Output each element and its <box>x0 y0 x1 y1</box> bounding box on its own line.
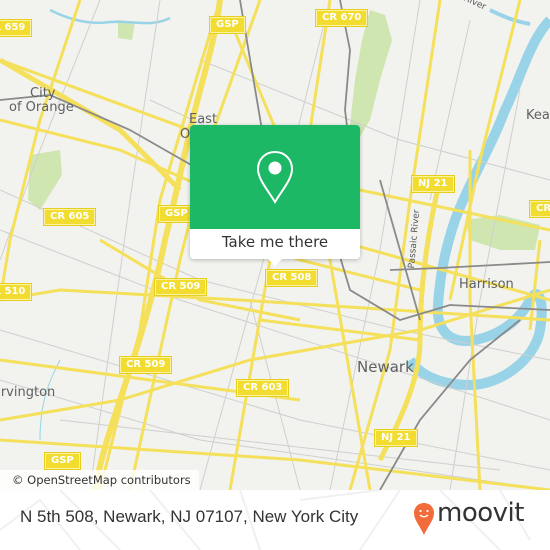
place-label-newark: Newark <box>357 358 414 376</box>
place-label-irvington: Irvington <box>0 385 56 400</box>
popup-header <box>190 125 360 229</box>
road-shield-gsp: GSP <box>44 452 81 470</box>
location-pin-icon <box>256 150 294 204</box>
place-label-east-orange: O <box>180 127 191 142</box>
passaic-river <box>405 16 550 391</box>
map-view[interactable]: CR 659 GSP CR 670 CR 605 GSP CR 510 CR 5… <box>0 0 550 490</box>
road-shield-cr: CR <box>528 200 550 218</box>
take-me-there-button[interactable]: Take me there <box>190 229 360 259</box>
moovit-pin-icon <box>414 503 434 535</box>
place-label-city-of-orange: of Orange <box>9 100 74 115</box>
map-attribution[interactable]: © OpenStreetMap contributors <box>0 470 199 490</box>
road-shield-cr509: CR 509 <box>118 356 173 374</box>
road-shield-cr605: CR 605 <box>42 208 97 226</box>
road-shield-cr508: CR 508 <box>264 269 319 287</box>
road-shield-nj21: NJ 21 <box>374 429 418 447</box>
road-shield-cr509: CR 509 <box>153 278 208 296</box>
road-shield-cr510: CR 510 <box>0 283 33 301</box>
place-label-city-of-orange: City <box>30 86 56 101</box>
road-shield-cr603: CR 603 <box>235 379 290 397</box>
address-text: N 5th 508, Newark, NJ 07107, New York Ci… <box>20 507 359 526</box>
place-label-harrison: Harrison <box>459 277 514 292</box>
moovit-wordmark: moovit <box>437 498 524 528</box>
popup-pointer <box>266 257 284 266</box>
location-popup: Take me there <box>190 125 360 266</box>
footer: N 5th 508, Newark, NJ 07107, New York Ci… <box>0 490 550 550</box>
road-shield-cr670: CR 670 <box>314 9 369 27</box>
road-shield-gsp: GSP <box>209 16 246 34</box>
place-label-kearny: Kea <box>526 108 550 123</box>
road-shield-cr659: CR 659 <box>0 19 33 37</box>
road-shield-nj21: NJ 21 <box>411 175 455 193</box>
road-shield-gsp: GSP <box>158 205 195 223</box>
